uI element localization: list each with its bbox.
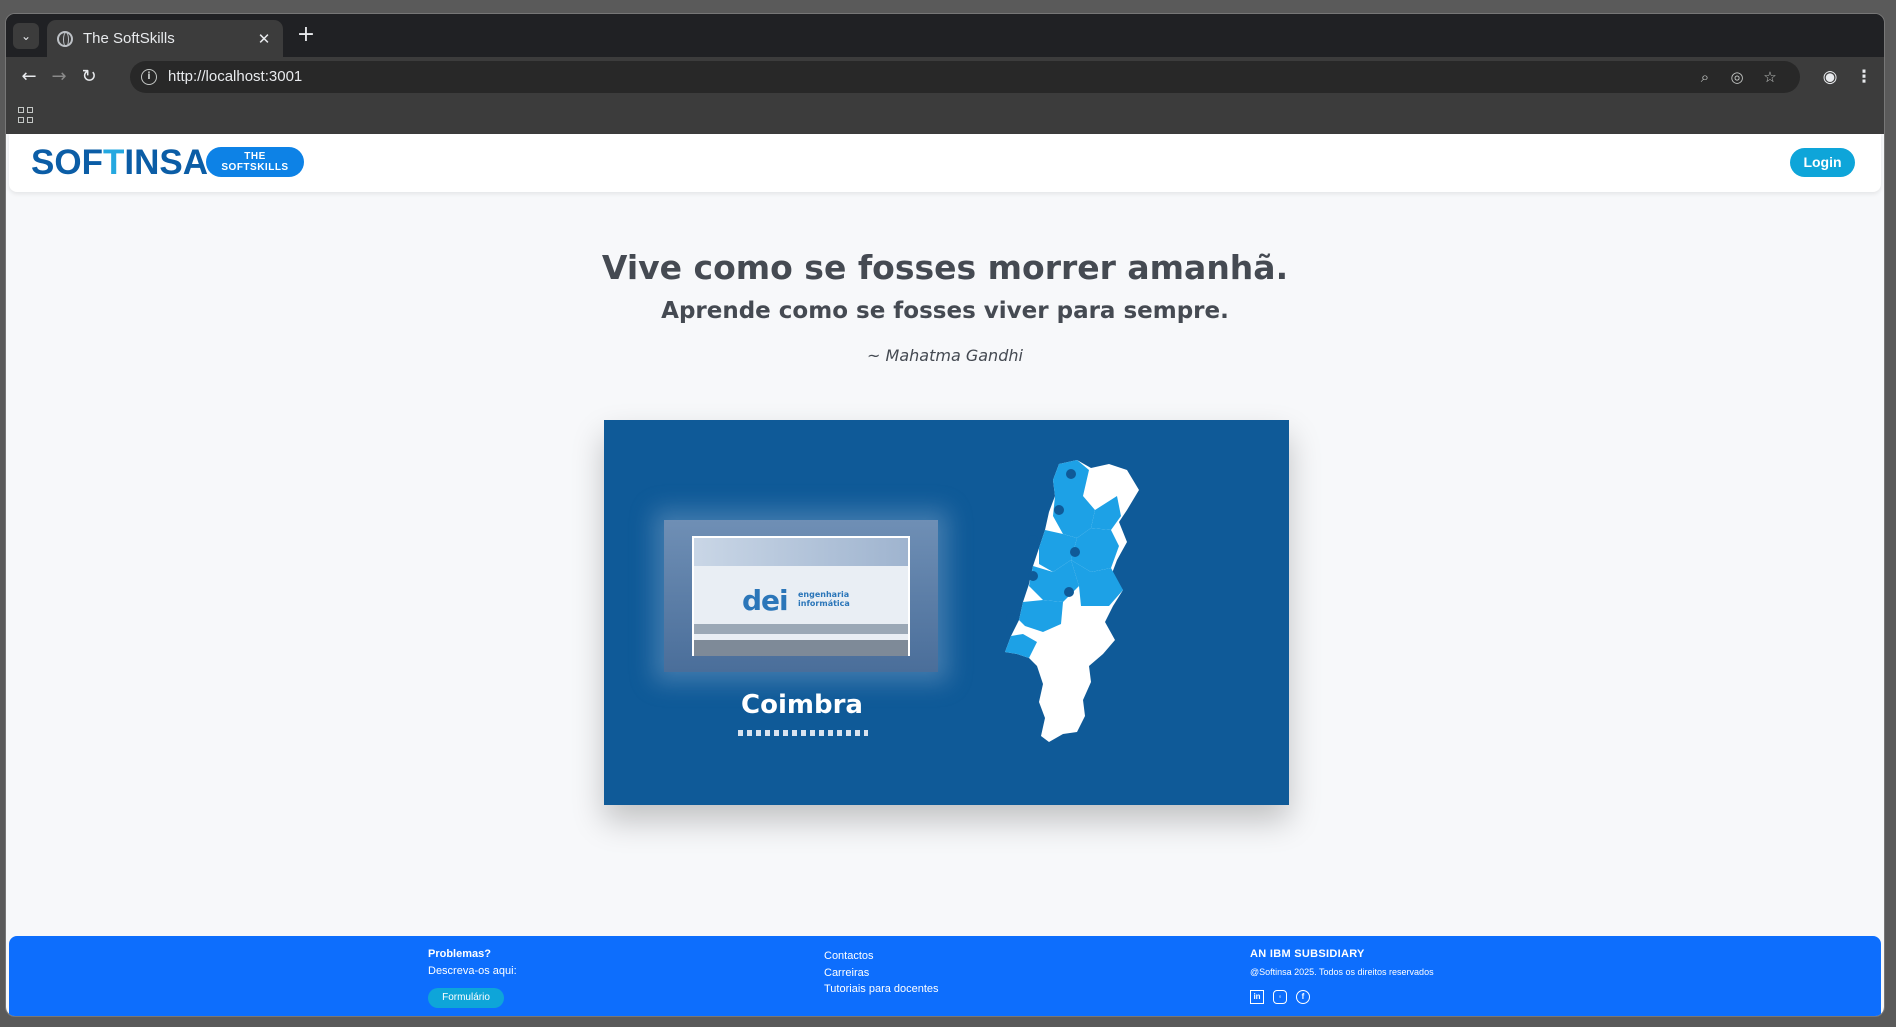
tab-search-chevron-icon[interactable]: ⌄ (13, 23, 39, 49)
caption-dots (738, 730, 868, 736)
problems-title: Problemas? (428, 948, 491, 960)
building-photo-frame: dei engenharia informática (664, 520, 938, 672)
more-menu-icon[interactable]: ⋮ (1854, 65, 1874, 89)
facebook-icon[interactable]: f (1296, 990, 1310, 1004)
active-tab[interactable]: The SoftSkills ✕ (47, 20, 283, 57)
problems-description: Descreva-os aqui: (428, 965, 517, 977)
city-caption: Coimbra (741, 690, 863, 720)
dei-logo: dei (742, 584, 789, 617)
dei-logo-subtitle: engenharia informática (798, 590, 850, 608)
quote-main: Vive como se fosses morrer amanhã. (601, 248, 1289, 287)
promo-video[interactable]: dei engenharia informática Coimbra (604, 420, 1289, 805)
bookmarks-bar (6, 97, 1884, 134)
back-arrow-icon[interactable]: ← (16, 64, 42, 90)
linkedin-icon[interactable]: in (1250, 990, 1264, 1004)
site-navbar: SOFTINSA THE SOFTSKILLS Login (9, 134, 1881, 192)
site-footer: Problemas? Descreva-os aqui: Formulário … (9, 936, 1881, 1016)
profile-icon[interactable]: ◉ (1818, 65, 1842, 89)
link-tutoriais[interactable]: Tutoriais para docentes (824, 981, 939, 998)
copyright-text: @Softinsa 2025. Todos os direitos reserv… (1250, 967, 1434, 977)
globe-icon (57, 30, 73, 47)
browser-toolbar: ← → ↻ i http://localhost:3001 ⌕ ◎ ☆ ◉ ⋮ (6, 57, 1884, 97)
instagram-icon[interactable]: ◦ (1273, 990, 1287, 1004)
site-info-icon[interactable]: i (141, 69, 157, 85)
photo-floor-lower (694, 640, 908, 656)
new-tab-button[interactable]: + (294, 24, 318, 48)
form-button[interactable]: Formulário (428, 988, 504, 1008)
forward-arrow-icon[interactable]: → (46, 64, 72, 90)
login-button[interactable]: Login (1790, 148, 1855, 177)
browser-window: ⌄ The SoftSkills ✕ + ← → ↻ i http://loca… (5, 13, 1885, 1017)
apps-grid-icon[interactable] (18, 107, 34, 123)
eye-off-icon[interactable]: ◎ (1727, 67, 1747, 87)
quote-sub: Aprende como se fosses viver para sempre… (661, 298, 1229, 324)
softskills-badge: THE SOFTSKILLS (206, 147, 304, 177)
building-photo: dei engenharia informática (692, 536, 910, 656)
tab-title: The SoftSkills (83, 30, 175, 47)
zoom-icon[interactable]: ⌕ (1695, 67, 1715, 87)
url-text[interactable]: http://localhost:3001 (168, 68, 302, 85)
social-links: in ◦ f (1250, 990, 1310, 1004)
badge-line-1: THE (244, 151, 266, 162)
address-bar[interactable]: i http://localhost:3001 ⌕ ◎ ☆ (130, 61, 1800, 93)
bookmark-star-icon[interactable]: ☆ (1760, 67, 1780, 87)
link-contactos[interactable]: Contactos (824, 948, 939, 965)
page-viewport: SOFTINSA THE SOFTSKILLS Login Vive como … (6, 134, 1884, 1016)
badge-line-2: SOFTSKILLS (221, 162, 289, 173)
photo-floor (694, 624, 908, 634)
softinsa-logo[interactable]: SOFTINSA (31, 144, 208, 182)
quote-author: ~ Mahatma Gandhi (867, 346, 1023, 365)
link-carreiras[interactable]: Carreiras (824, 965, 939, 982)
photo-sky (694, 538, 908, 566)
reload-icon[interactable]: ↻ (76, 64, 102, 90)
tab-strip: ⌄ The SoftSkills ✕ + (6, 14, 1884, 57)
portugal-map-icon (1005, 460, 1139, 742)
footer-links: Contactos Carreiras Tutoriais para docen… (824, 948, 939, 998)
ibm-subsidiary-title: AN IBM SUBSIDIARY (1250, 948, 1365, 960)
close-tab-icon[interactable]: ✕ (255, 30, 273, 48)
